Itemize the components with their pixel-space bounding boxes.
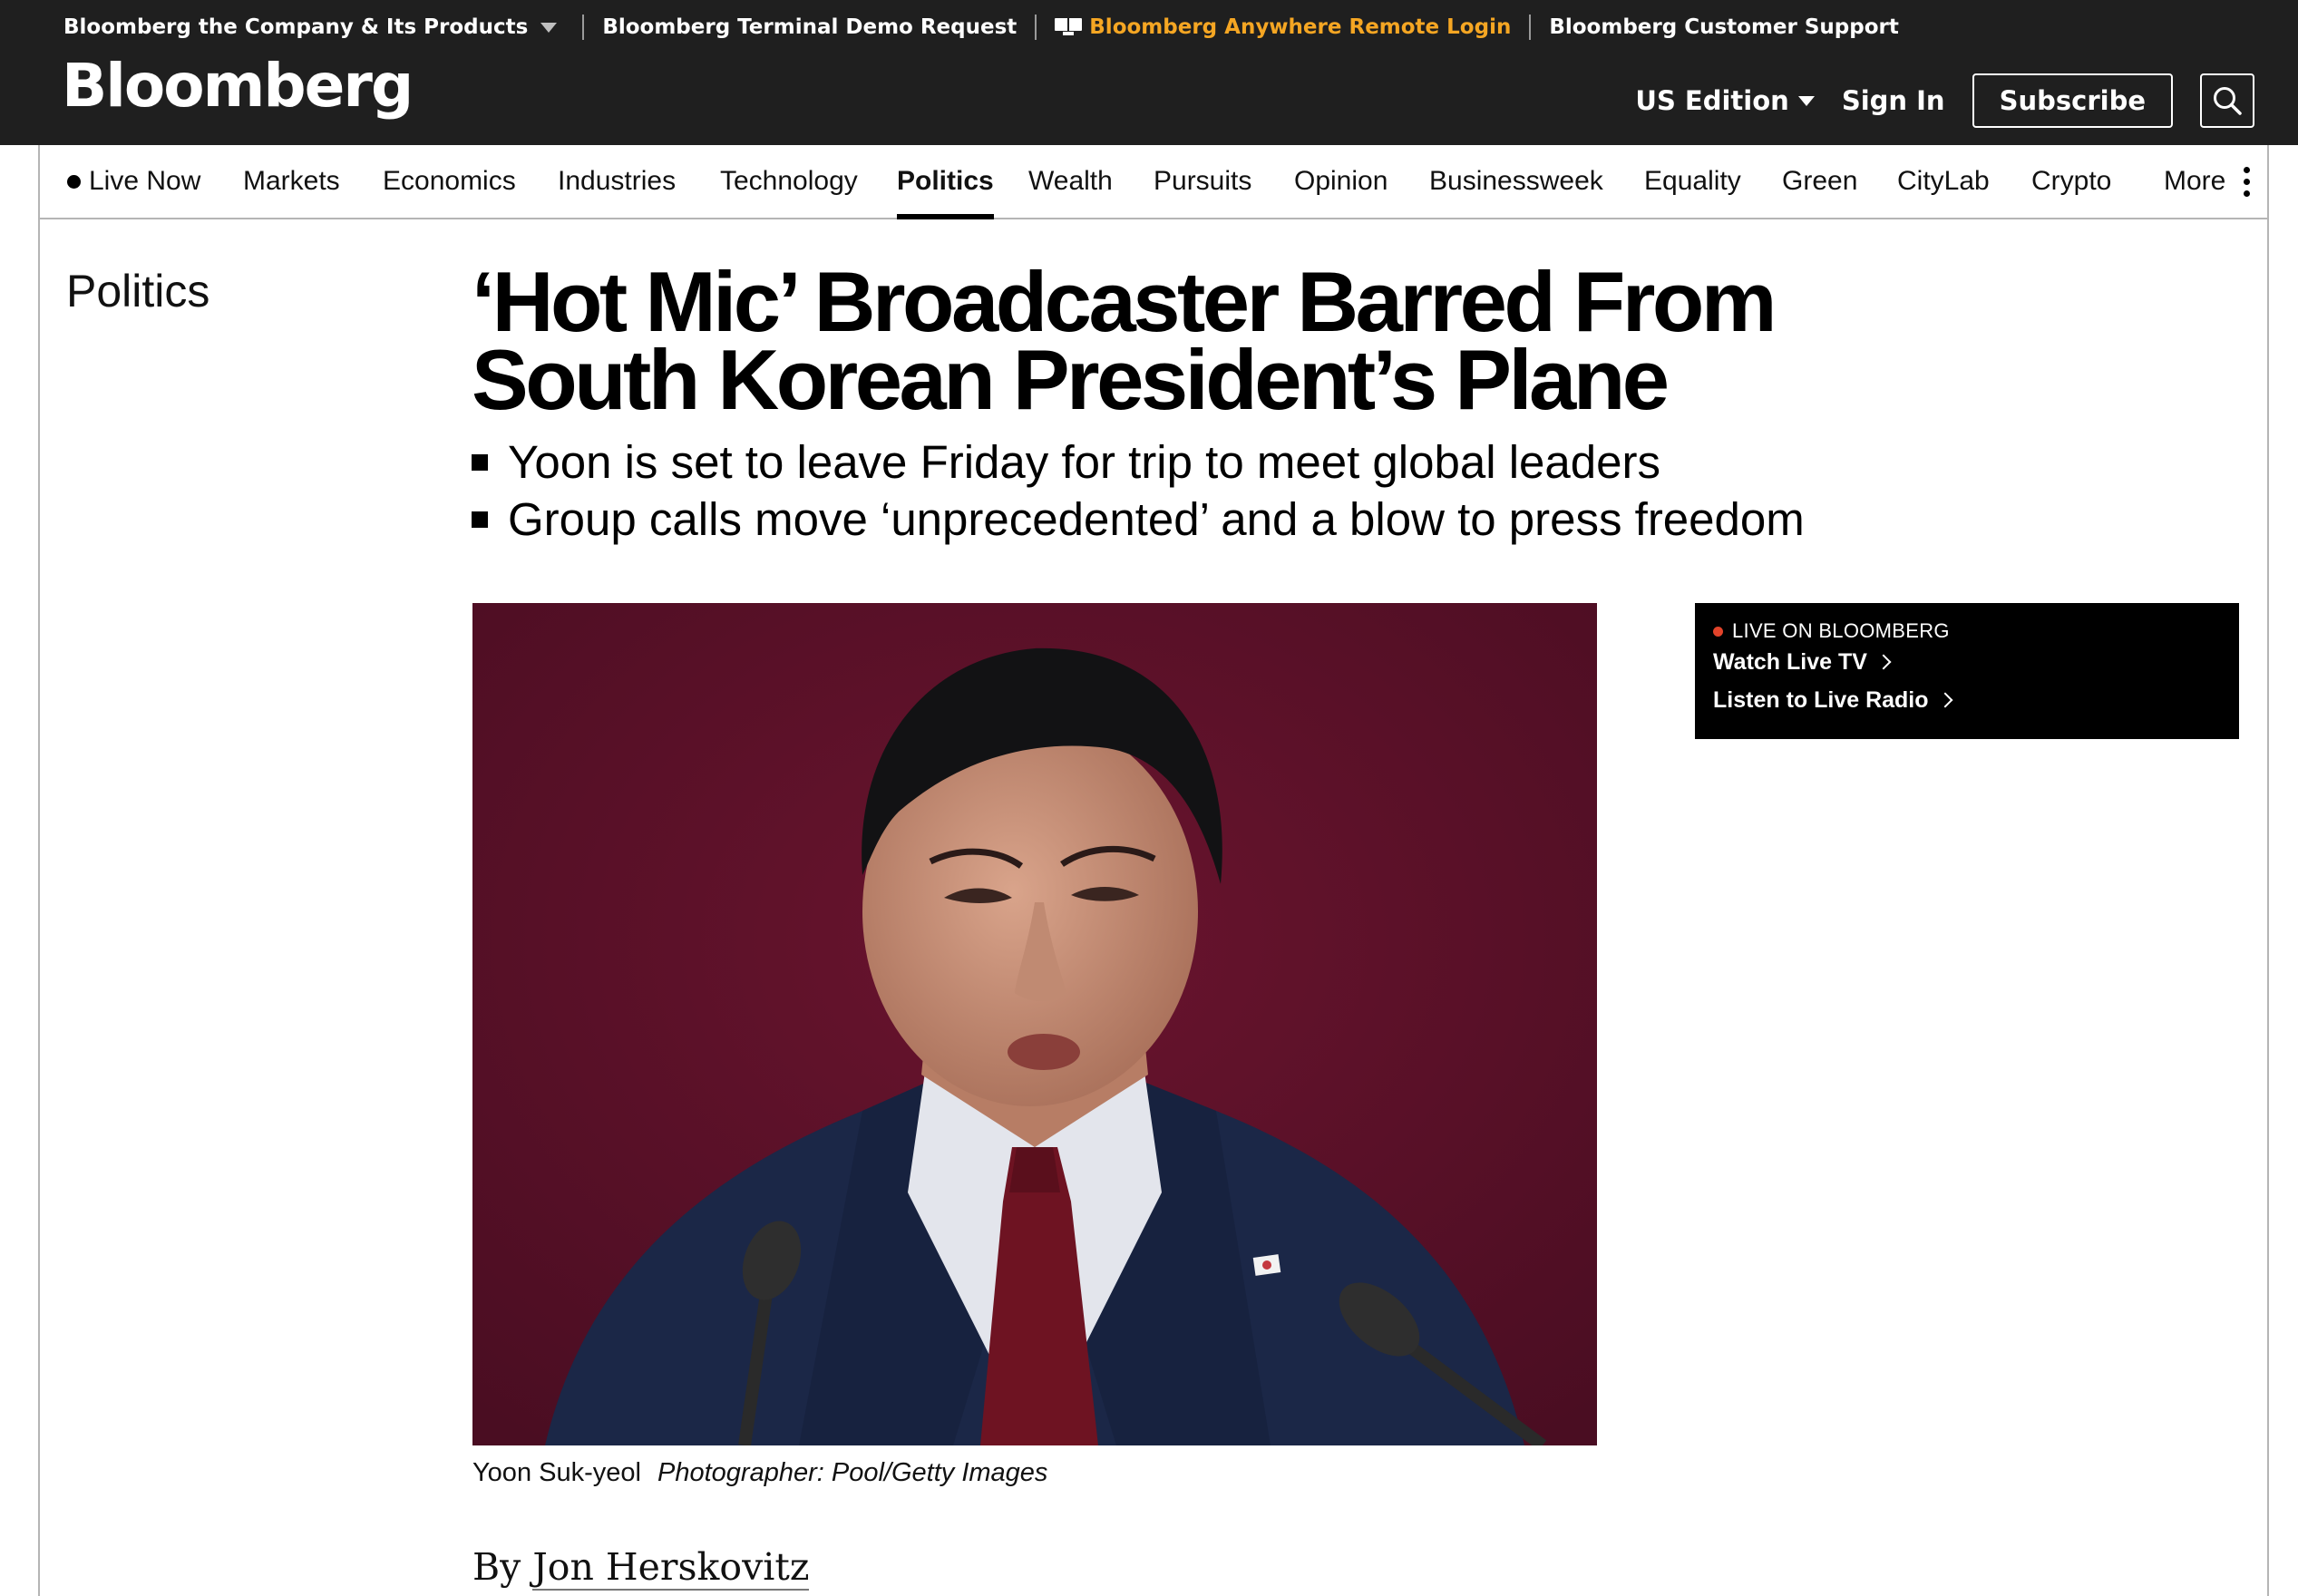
photo-illustration — [472, 603, 1597, 1445]
nav-item-wealth[interactable]: Wealth — [1028, 145, 1113, 218]
article-photo — [472, 603, 1597, 1445]
chevron-down-icon — [1797, 95, 1815, 106]
chevron-right-icon — [1875, 654, 1892, 670]
company-products-link[interactable]: Bloomberg the Company & Its Products — [63, 15, 564, 39]
watch-live-tv-link[interactable]: Watch Live TV — [1713, 643, 2221, 681]
author-link[interactable]: Jon Herskovitz — [532, 1545, 810, 1591]
nav-item-economics[interactable]: Economics — [383, 145, 516, 218]
live-label-text: LIVE ON BLOOMBERG — [1732, 619, 1950, 642]
photo-credit: Photographer: Pool/Getty Images — [657, 1458, 1048, 1487]
nav-item-technology[interactable]: Technology — [720, 145, 858, 218]
nav-label: Live Now — [89, 166, 201, 196]
remote-login-link[interactable]: Bloomberg Anywhere Remote Login — [1055, 15, 1511, 39]
live-on-bloomberg-box: LIVE ON BLOOMBERG Watch Live TV Listen t… — [1695, 603, 2239, 739]
chevron-down-icon — [540, 22, 558, 33]
nav-label: Politics — [897, 166, 994, 196]
summary-text: Group calls move ‘unprecedented’ and a b… — [508, 493, 1805, 545]
listen-label: Listen to Live Radio — [1713, 686, 1929, 713]
company-products-label: Bloomberg the Company & Its Products — [63, 15, 529, 39]
nav-item-more[interactable]: More — [2164, 145, 2251, 218]
live-label: LIVE ON BLOOMBERG — [1713, 619, 2221, 643]
live-indicator-icon — [1713, 626, 1723, 637]
summary-bullet: Yoon is set to leave Friday for trip to … — [472, 433, 1805, 491]
nav-item-equality[interactable]: Equality — [1644, 145, 1741, 218]
sign-in-link[interactable]: Sign In — [1842, 85, 1945, 116]
nav-item-pursuits[interactable]: Pursuits — [1154, 145, 1251, 218]
nav-item-citylab[interactable]: CityLab — [1897, 145, 1990, 218]
section-label[interactable]: Politics — [66, 265, 209, 317]
header-actions: US Edition Sign In Subscribe — [1635, 73, 2254, 129]
edition-label: US Edition — [1635, 85, 1789, 116]
live-dot-icon — [67, 174, 81, 189]
kebab-menu-icon — [2244, 166, 2251, 197]
byline: By Jon Herskovitz — [472, 1545, 810, 1591]
listen-live-radio-link[interactable]: Listen to Live Radio — [1713, 681, 2221, 719]
nav-item-industries[interactable]: Industries — [558, 145, 676, 218]
nav-item-opinion[interactable]: Opinion — [1294, 145, 1388, 218]
watch-label: Watch Live TV — [1713, 648, 1867, 675]
nav-item-politics[interactable]: Politics — [897, 145, 994, 219]
nav-item-live-now[interactable]: Live Now — [67, 145, 200, 218]
article-summary: Yoon is set to leave Friday for trip to … — [472, 433, 1805, 548]
chevron-right-icon — [1937, 692, 1953, 708]
bullet-square-icon — [472, 453, 488, 471]
terminal-demo-link[interactable]: Bloomberg Terminal Demo Request — [602, 15, 1017, 39]
nav-item-markets[interactable]: Markets — [243, 145, 340, 218]
nav-item-businessweek[interactable]: Businessweek — [1429, 145, 1603, 218]
nav-item-crypto[interactable]: Crypto — [2031, 145, 2111, 218]
bullet-square-icon — [472, 511, 488, 528]
bloomberg-logo[interactable]: Bloomberg — [62, 56, 414, 116]
section-nav: Live Now Markets Economics Industries Te… — [38, 145, 2269, 219]
terminal-icon — [1055, 18, 1083, 36]
utility-bar: Bloomberg the Company & Its Products Blo… — [63, 9, 1899, 45]
caption-text: Yoon Suk-yeol — [472, 1458, 641, 1487]
subscribe-button[interactable]: Subscribe — [1972, 73, 2173, 128]
article-headline: ‘Hot Mic’ Broadcaster Barred From South … — [472, 254, 1777, 427]
divider — [1529, 15, 1532, 40]
summary-bullet: Group calls move ‘unprecedented’ and a b… — [472, 491, 1805, 548]
search-button[interactable] — [2200, 73, 2254, 128]
nav-item-green[interactable]: Green — [1782, 145, 1857, 218]
remote-login-label: Bloomberg Anywhere Remote Login — [1089, 15, 1512, 39]
customer-support-link[interactable]: Bloomberg Customer Support — [1549, 15, 1899, 39]
search-icon — [2214, 87, 2242, 115]
divider — [582, 15, 585, 40]
byline-prefix: By — [472, 1545, 521, 1589]
divider — [1035, 15, 1037, 40]
summary-text: Yoon is set to leave Friday for trip to … — [508, 436, 1660, 488]
edition-selector[interactable]: US Edition — [1635, 85, 1815, 116]
nav-label: More — [2164, 166, 2226, 196]
photo-caption: Yoon Suk-yeol Photographer: Pool/Getty I… — [472, 1458, 1047, 1488]
site-header: Bloomberg the Company & Its Products Blo… — [0, 0, 2298, 145]
